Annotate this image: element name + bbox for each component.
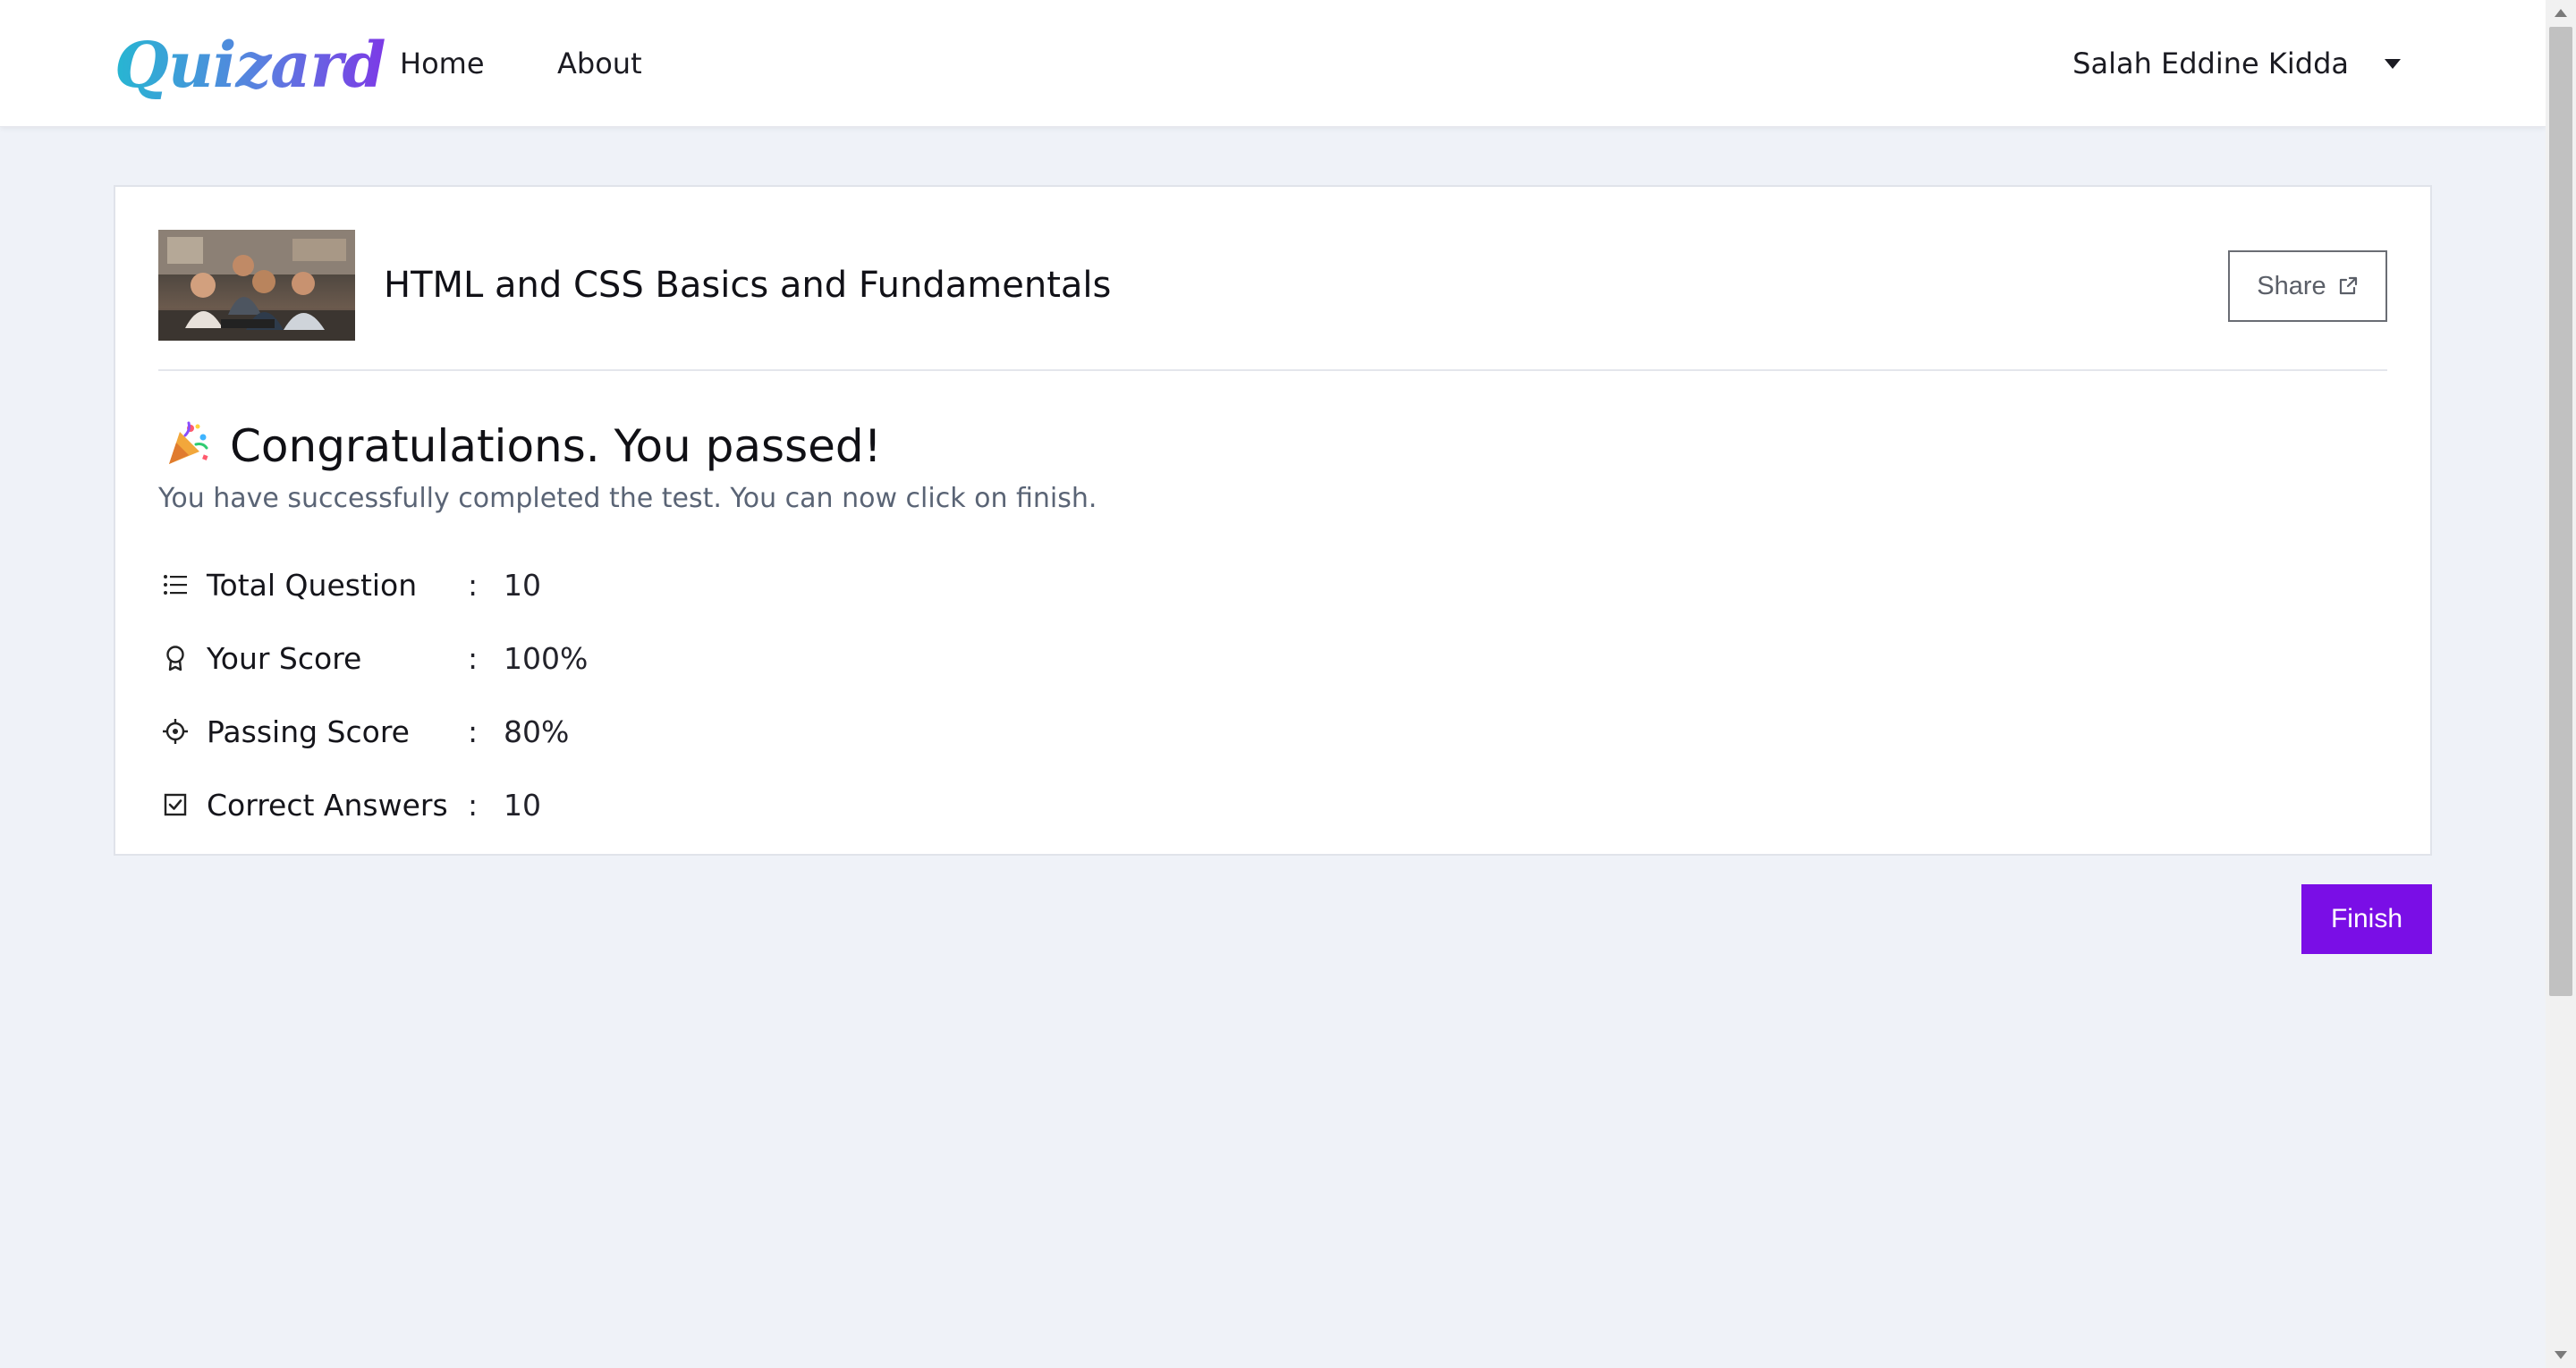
party-popper-icon <box>164 421 210 471</box>
stat-value: 100% <box>504 640 589 676</box>
quiz-header: HTML and CSS Basics and Fundamentals Sha… <box>158 230 2387 341</box>
nav-home-link[interactable]: Home <box>400 41 485 86</box>
share-button-label: Share <box>2257 271 2326 300</box>
thumbnail-photo-illustration <box>158 230 355 341</box>
scroll-down-arrow-icon[interactable] <box>2555 1351 2567 1359</box>
stat-row-your-score: Your Score : 100% <box>162 621 588 695</box>
result-heading: Congratulations. You passed! <box>164 410 882 482</box>
quiz-title: HTML and CSS Basics and Fundamentals <box>384 265 1112 306</box>
award-icon <box>162 645 189 671</box>
stat-separator: : <box>468 787 479 823</box>
stat-row-passing-score: Passing Score : 80% <box>162 695 588 768</box>
quiz-result-card: HTML and CSS Basics and Fundamentals Sha… <box>114 185 2432 856</box>
header-divider <box>158 369 2387 371</box>
quiz-thumbnail-image <box>158 230 355 341</box>
stat-separator: : <box>468 567 479 603</box>
stat-row-total-question: Total Question : 10 <box>162 548 588 621</box>
list-icon <box>162 571 189 598</box>
congratulations-title: Congratulations. You passed! <box>230 420 882 472</box>
external-link-icon <box>2339 276 2357 295</box>
stat-row-correct-answers: Correct Answers : 10 <box>162 768 588 841</box>
nav-about-link[interactable]: About <box>557 41 642 86</box>
user-menu-dropdown[interactable]: Salah Eddine Kidda <box>2072 41 2401 86</box>
check-square-icon <box>162 791 189 818</box>
stat-label: Passing Score <box>207 714 410 749</box>
stat-value: 80% <box>504 714 570 749</box>
target-icon <box>162 718 189 745</box>
stat-value: 10 <box>504 787 541 823</box>
stat-value: 10 <box>504 567 541 603</box>
stat-separator: : <box>468 640 479 676</box>
quizard-logo[interactable]: Quizard <box>114 25 386 106</box>
stat-separator: : <box>468 714 479 749</box>
completion-message: You have successfully completed the test… <box>158 483 1097 514</box>
scroll-up-arrow-icon[interactable] <box>2555 9 2567 17</box>
stat-label: Correct Answers <box>207 787 448 823</box>
scrollbar-thumb[interactable] <box>2549 27 2572 996</box>
result-stats-list: Total Question : 10 Your Score : 100% Pa… <box>162 548 588 841</box>
user-name: Salah Eddine Kidda <box>2072 46 2349 80</box>
stat-label: Your Score <box>207 640 362 676</box>
top-navbar: Quizard Home About Salah Eddine Kidda <box>0 0 2546 127</box>
share-button[interactable]: Share <box>2228 250 2387 322</box>
caret-down-icon <box>2385 58 2401 69</box>
stat-label: Total Question <box>207 567 418 603</box>
page-scrollbar[interactable] <box>2546 0 2576 1368</box>
finish-button[interactable]: Finish <box>2301 884 2432 954</box>
